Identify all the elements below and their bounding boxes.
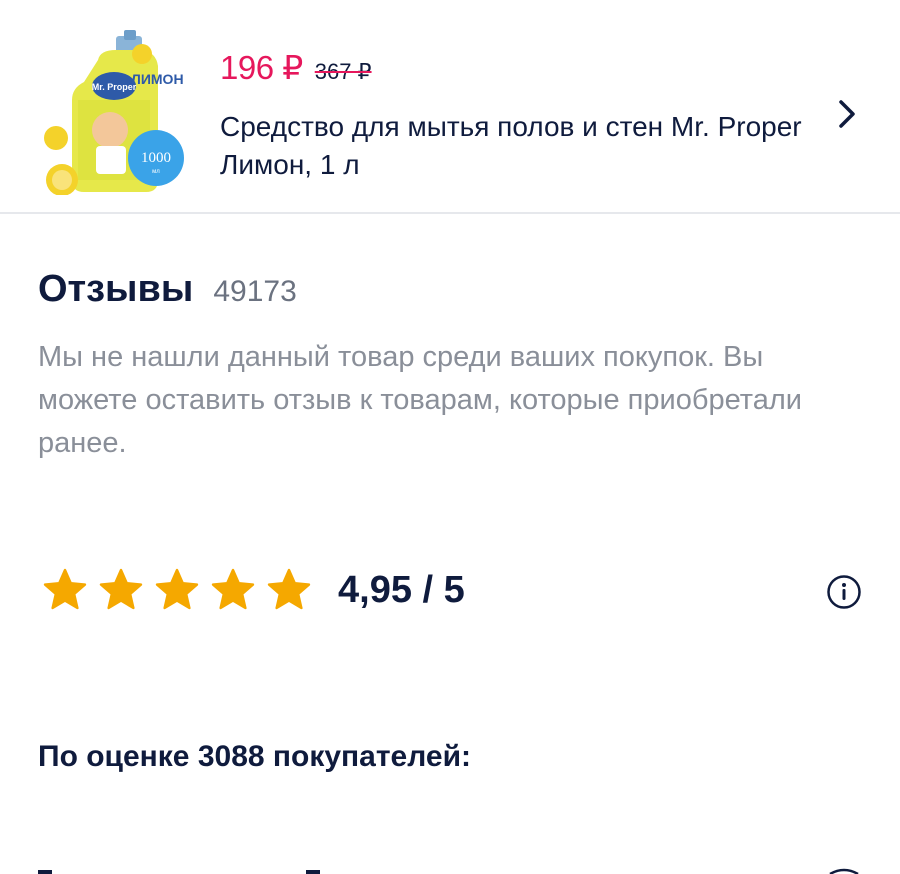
price-old: 367 ₽ bbox=[314, 59, 372, 84]
image-badge-text: 1000 bbox=[141, 150, 171, 166]
image-label-text: ЛИМОН bbox=[131, 71, 184, 87]
info-icon[interactable] bbox=[826, 574, 862, 610]
reviews-heading: Отзывы 49173 bbox=[38, 268, 297, 311]
reviews-title: Отзывы bbox=[38, 268, 194, 310]
star-icon bbox=[155, 568, 199, 610]
star-icon bbox=[99, 568, 143, 610]
image-badge-unit: мл bbox=[152, 169, 160, 175]
image-brand-text: Mr. Proper bbox=[92, 82, 137, 92]
star-icon bbox=[43, 568, 87, 610]
rating-value: 4,95 / 5 bbox=[338, 568, 465, 611]
product-image: Mr. Proper 1000 мл ЛИМОН bbox=[44, 30, 184, 195]
product-title[interactable]: Средство для мытья полов и стен Mr. Prop… bbox=[220, 108, 810, 184]
chevron-right-icon[interactable] bbox=[832, 96, 862, 132]
reviews-count: 49173 bbox=[213, 275, 297, 308]
rating-row: 4,95 / 5 bbox=[40, 566, 465, 614]
star-icon bbox=[267, 568, 311, 610]
next-row-partial bbox=[38, 868, 859, 874]
star-icon bbox=[211, 568, 255, 610]
price-row: 196 ₽ 367 ₽ bbox=[220, 48, 372, 87]
price-current: 196 ₽ bbox=[220, 49, 303, 86]
product-header[interactable]: Mr. Proper 1000 мл ЛИМОН 196 ₽ 367 ₽ Сре… bbox=[0, 0, 900, 214]
rating-stars bbox=[40, 566, 314, 614]
rated-by-caption: По оценке 3088 покупателей: bbox=[38, 740, 472, 773]
reviews-note: Мы не нашли данный товар среди ваших пок… bbox=[38, 341, 802, 459]
